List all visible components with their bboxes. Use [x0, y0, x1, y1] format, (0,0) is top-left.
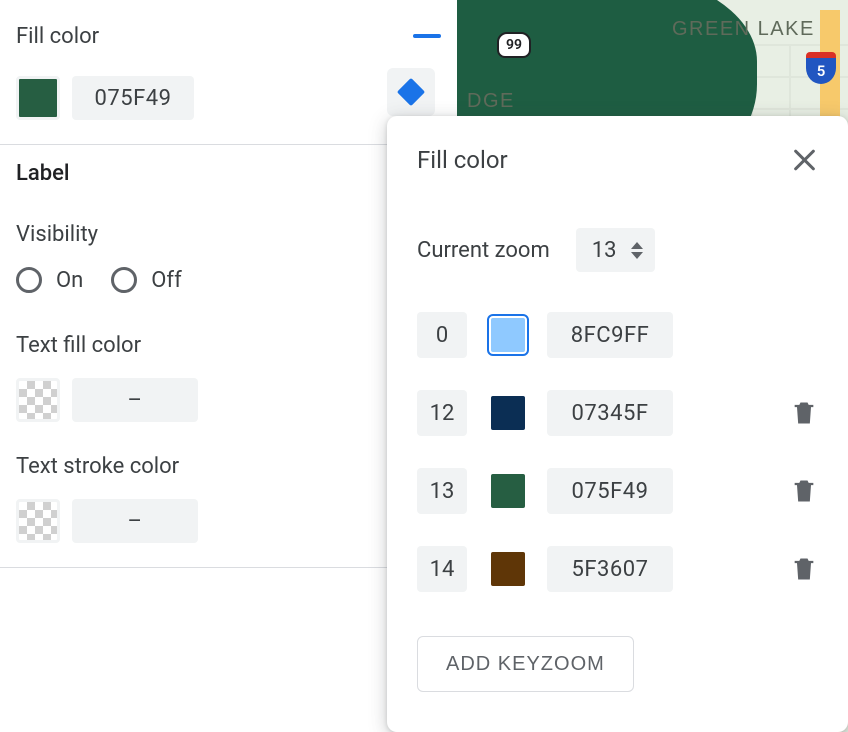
keyzoom-hex-input[interactable]: 5F3607: [547, 546, 673, 592]
chevron-up-icon[interactable]: [631, 242, 643, 249]
keyzoom-zoom-input[interactable]: 14: [417, 546, 467, 592]
keyzoom-color-swatch[interactable]: [491, 318, 525, 352]
keyzoom-color-swatch[interactable]: [491, 474, 525, 508]
keyzoom-hex-input[interactable]: 07345F: [547, 390, 673, 436]
fill-color-label: Fill color: [16, 24, 99, 49]
fill-color-hex-input[interactable]: 075F49: [72, 76, 194, 120]
map-label-dge: DGE: [467, 90, 515, 113]
current-zoom-label: Current zoom: [417, 238, 550, 263]
add-keyzoom-button[interactable]: ADD KEYZOOM: [417, 636, 634, 692]
popover-title: Fill color: [417, 146, 508, 174]
keyzoom-hex-input[interactable]: 075F49: [547, 468, 673, 514]
keyzoom-zoom-input[interactable]: 13: [417, 468, 467, 514]
visibility-radio-group: On Off: [16, 267, 441, 293]
route-shield-i5-text: 5: [817, 62, 826, 80]
radio-icon: [16, 267, 42, 293]
route-shield-99: 99: [497, 32, 531, 58]
visibility-off-label: Off: [151, 268, 181, 293]
trash-icon[interactable]: [790, 554, 818, 584]
text-stroke-color-swatch[interactable]: [16, 499, 60, 543]
text-stroke-color-label: Text stroke color: [16, 454, 441, 479]
trash-icon[interactable]: [790, 398, 818, 428]
visibility-on-radio[interactable]: On: [16, 267, 83, 293]
chevron-down-icon[interactable]: [631, 252, 643, 259]
keyzoom-hex-input[interactable]: 8FC9FF: [547, 312, 673, 358]
text-fill-hex-input[interactable]: –: [72, 378, 198, 422]
route-shield-i5: 5: [806, 52, 836, 84]
keyzoom-list: 0 8FC9FF 12 07345F 13 075F49 14 5F3607: [417, 312, 818, 592]
collapse-icon[interactable]: [413, 34, 441, 38]
text-stroke-hex-input[interactable]: –: [72, 499, 198, 543]
close-icon[interactable]: [790, 146, 818, 174]
visibility-on-label: On: [56, 268, 83, 293]
keyzoom-zoom-input[interactable]: 12: [417, 390, 467, 436]
current-zoom-stepper[interactable]: 13: [576, 228, 655, 272]
label-heading: Label: [16, 161, 441, 186]
fill-color-popover: Fill color Current zoom 13 0 8FC9FF 12 0734…: [387, 116, 848, 732]
keyzoom-row: 12 07345F: [417, 390, 818, 436]
text-fill-color-label: Text fill color: [16, 333, 441, 358]
keyzoom-row: 0 8FC9FF: [417, 312, 818, 358]
route-shield-99-text: 99: [506, 37, 522, 53]
map-label-greenlake: GREEN LAKE: [672, 18, 815, 41]
visibility-off-radio[interactable]: Off: [111, 267, 181, 293]
current-zoom-value: 13: [592, 238, 617, 263]
radio-icon: [111, 267, 137, 293]
zoom-style-toggle[interactable]: [387, 68, 435, 116]
fill-color-swatch[interactable]: [16, 76, 60, 120]
keyzoom-row: 13 075F49: [417, 468, 818, 514]
keyzoom-color-swatch[interactable]: [491, 552, 525, 586]
keyzoom-zoom-input[interactable]: 0: [417, 312, 467, 358]
text-fill-color-swatch[interactable]: [16, 378, 60, 422]
keyzoom-row: 14 5F3607: [417, 546, 818, 592]
keyzoom-color-swatch[interactable]: [491, 396, 525, 430]
visibility-label: Visibility: [16, 222, 441, 247]
trash-icon[interactable]: [790, 476, 818, 506]
diamond-icon: [397, 78, 425, 106]
